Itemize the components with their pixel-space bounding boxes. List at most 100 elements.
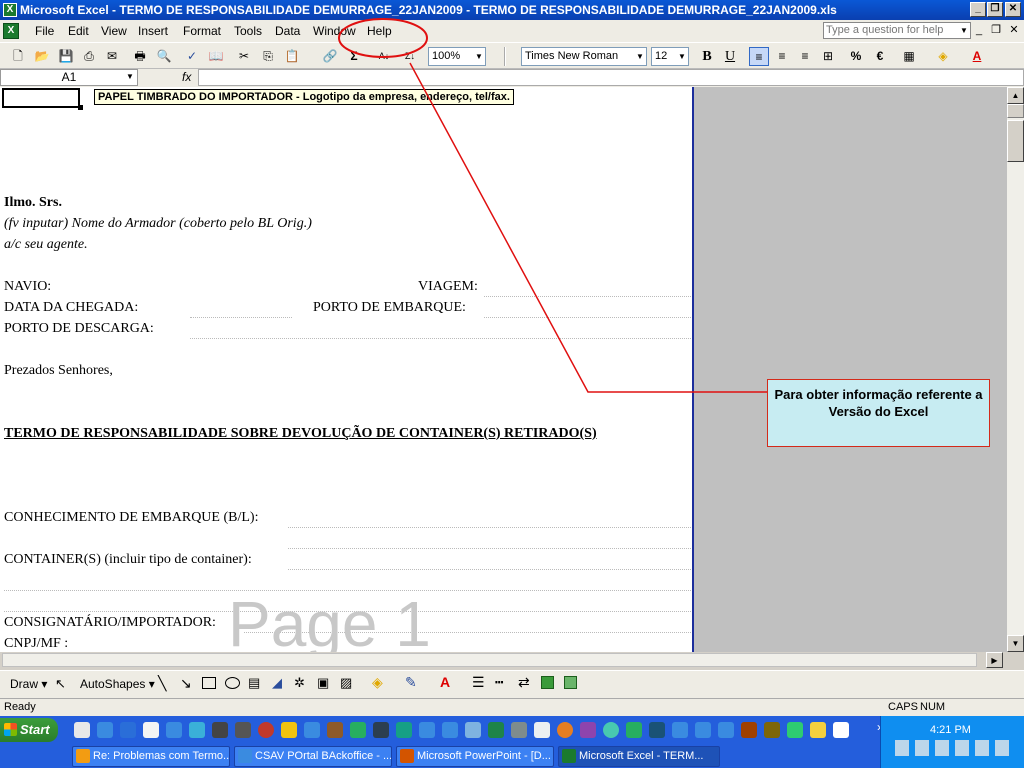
rectangle-icon[interactable] [202, 677, 216, 689]
chevron-down-icon[interactable]: ▼ [473, 48, 485, 65]
shadow-style-icon[interactable] [541, 676, 554, 689]
open-icon[interactable]: 📂 [32, 47, 52, 66]
align-right-icon[interactable]: ≡ [795, 47, 815, 66]
tray-icons[interactable] [895, 740, 1015, 756]
copy-icon[interactable]: ⎘ [258, 47, 278, 66]
dash-style-icon[interactable]: ┅ [495, 674, 503, 691]
app-icon[interactable] [534, 722, 550, 738]
workbook-icon[interactable]: X [3, 23, 19, 39]
arrow-icon[interactable]: ↘ [180, 675, 192, 692]
paste-icon[interactable]: 📋 [282, 47, 302, 66]
fill-color-icon[interactable]: ◈ [933, 47, 953, 66]
font-size-select[interactable]: 12 ▼ [651, 47, 689, 66]
ie-icon[interactable] [442, 722, 458, 738]
sort-descending-icon[interactable]: Z↓ [400, 47, 420, 66]
app-icon[interactable] [557, 722, 573, 738]
clipart-icon[interactable]: ▣ [317, 675, 329, 691]
align-left-icon[interactable]: ≡ [749, 47, 769, 66]
app-icon[interactable] [488, 722, 504, 738]
ie-icon[interactable] [166, 722, 182, 738]
app-icon[interactable] [787, 722, 803, 738]
settings-icon[interactable] [212, 722, 228, 738]
close-button[interactable]: ✕ [1005, 2, 1021, 17]
clock[interactable]: 4:21 PM [930, 724, 971, 736]
menu-insert[interactable]: Insert [136, 23, 170, 39]
bold-button[interactable]: B [697, 47, 717, 66]
wordart-icon[interactable]: ◢ [272, 675, 282, 691]
line-icon[interactable]: ╲ [158, 675, 166, 692]
vertical-scroll-thumb[interactable] [1007, 120, 1024, 162]
app-icon[interactable] [189, 722, 205, 738]
app-icon[interactable] [465, 722, 481, 738]
doc-restore-button[interactable]: ❐ [989, 22, 1003, 38]
app-icon[interactable] [603, 722, 619, 738]
worksheet-page[interactable]: PAPEL TIMBRADO DO IMPORTADOR - Logotipo … [0, 87, 694, 652]
print-icon[interactable]: 🖶 [130, 47, 150, 66]
3d-style-icon[interactable] [564, 676, 577, 689]
chevron-down-icon[interactable]: ▼ [126, 72, 134, 81]
textbox-icon[interactable]: ▤ [248, 675, 260, 691]
research-icon[interactable]: 📖 [206, 47, 226, 66]
oval-icon[interactable] [225, 677, 240, 689]
insert-hyperlink-icon[interactable]: 🔗 [320, 47, 340, 66]
app-icon[interactable] [741, 722, 757, 738]
zoom-select[interactable]: 100% ▼ [428, 47, 486, 66]
ie-icon[interactable] [672, 722, 688, 738]
app-icon[interactable] [373, 722, 389, 738]
start-button[interactable]: Start [0, 718, 58, 742]
ie-icon[interactable] [718, 722, 734, 738]
draw-menu[interactable]: Draw ▾ [10, 677, 47, 691]
vertical-scrollbar[interactable]: ▲ ▼ [1007, 87, 1024, 652]
menu-help[interactable]: Help [365, 23, 394, 39]
app-icon[interactable] [833, 722, 849, 738]
percent-style-button[interactable]: % [846, 47, 866, 66]
font-color-icon[interactable]: A [440, 674, 450, 690]
permission-icon[interactable]: ⎙ [79, 47, 99, 66]
align-center-icon[interactable]: ≡ [772, 47, 792, 66]
arrow-style-icon[interactable]: ⇄ [518, 674, 530, 691]
menu-edit[interactable]: Edit [66, 23, 91, 39]
borders-icon[interactable]: ▦ [899, 47, 919, 66]
font-color-icon[interactable]: A [967, 47, 987, 66]
app-icon[interactable] [580, 722, 596, 738]
scroll-down-icon[interactable]: ▼ [1007, 635, 1024, 652]
chevron-down-icon[interactable]: ▼ [634, 48, 646, 65]
app-icon[interactable] [327, 722, 343, 738]
font-name-select[interactable]: Times New Roman ▼ [521, 47, 647, 66]
euro-button[interactable]: € [870, 47, 890, 66]
fill-handle[interactable] [78, 105, 83, 110]
scroll-up-icon[interactable]: ▲ [1007, 87, 1024, 104]
horizontal-scroll-thumb[interactable] [2, 653, 977, 667]
merge-center-icon[interactable]: ⊞ [818, 47, 838, 66]
ie-icon[interactable] [304, 722, 320, 738]
formula-input[interactable] [198, 69, 1024, 86]
doc-close-button[interactable]: ✕ [1007, 22, 1021, 38]
ie-icon[interactable] [97, 722, 113, 738]
line-color-icon[interactable]: ✎ [405, 674, 417, 691]
app-icon[interactable] [649, 722, 665, 738]
spelling-icon[interactable]: ✓ [182, 47, 202, 66]
app-icon[interactable] [511, 722, 527, 738]
ie-icon[interactable] [419, 722, 435, 738]
autoshapes-menu[interactable]: AutoShapes ▾ [80, 677, 155, 691]
fill-color-icon[interactable]: ◈ [372, 674, 383, 691]
show-desktop-icon[interactable] [74, 722, 90, 738]
scroll-right-icon[interactable]: ▶ [986, 652, 1003, 668]
notepad-icon[interactable] [143, 722, 159, 738]
fx-icon[interactable]: fx [182, 70, 191, 84]
email-icon[interactable]: ✉ [102, 47, 122, 66]
app-icon[interactable] [396, 722, 412, 738]
line-style-icon[interactable]: ☰ [472, 674, 485, 691]
scroll-split-handle[interactable] [1007, 104, 1024, 118]
diagram-icon[interactable]: ✲ [294, 675, 305, 691]
restore-button[interactable]: ❐ [987, 2, 1003, 17]
selected-cell-a1[interactable] [2, 88, 80, 108]
name-box[interactable]: A1 [0, 69, 138, 86]
chevron-down-icon[interactable]: ▼ [676, 48, 688, 65]
sort-ascending-icon[interactable]: A↓ [374, 47, 394, 66]
menu-format[interactable]: Format [181, 23, 223, 39]
menu-view[interactable]: View [99, 23, 129, 39]
autosum-icon[interactable]: Σ [344, 47, 364, 66]
select-objects-icon[interactable]: ↖ [55, 676, 66, 692]
new-icon[interactable]: 🗋 [8, 47, 28, 66]
